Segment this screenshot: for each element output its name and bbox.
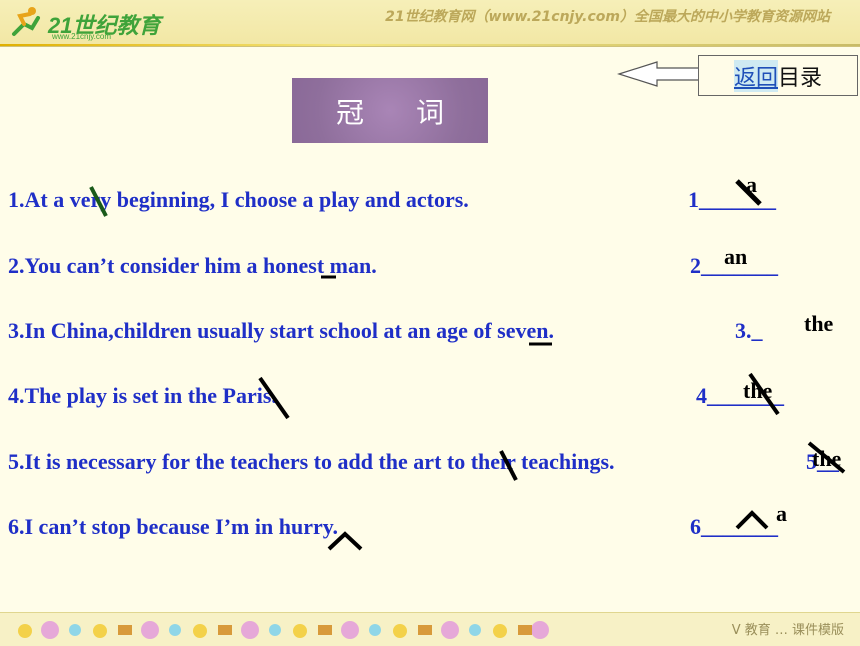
insertion-caret-icon (327, 531, 363, 551)
deletion-mark (258, 376, 290, 420)
deletion-mark (748, 372, 780, 416)
flower-border-icon (18, 621, 549, 639)
sentence-4: 4.The play is set in the Paris. (8, 383, 277, 408)
deletion-mark (807, 441, 846, 474)
sentence-3: 3.In China,children usually start school… (8, 318, 554, 343)
answer-3: the (804, 311, 834, 336)
footer-band: Ⅴ 教育 … 课件模版 (0, 612, 860, 646)
blank-3: 3._ (735, 318, 763, 343)
sentence-6: 6.I can’t stop because I’m in hurry. (8, 514, 339, 539)
back-arrow-icon[interactable] (617, 60, 703, 88)
title-char-2: 词 (416, 95, 445, 129)
footer-text: Ⅴ 教育 … 课件模版 (731, 623, 844, 638)
site-banner: 21世纪教育网（www.21cnjy.com）全国最大的中小学教育资源网站 (385, 9, 830, 25)
site-logo: 21世纪教育 www.21cnjy.com (8, 4, 178, 44)
answer-6: a (776, 501, 787, 526)
back-to-contents-box: 返回 目录 (698, 55, 858, 96)
title-char-1: 冠 (335, 95, 364, 129)
site-header: 21世纪教育 www.21cnjy.com 21世纪教育网（www.21cnjy… (0, 0, 860, 47)
deletion-mark (89, 186, 108, 217)
underline-mark (529, 342, 552, 346)
deletion-mark (499, 450, 518, 481)
answer-2: an (724, 244, 748, 269)
contents-label: 目录 (778, 65, 823, 91)
sentence-5: 5.It is necessary for the teachers to ad… (8, 449, 615, 474)
back-link[interactable]: 返回 (733, 59, 778, 92)
runner-logo-icon (12, 7, 40, 36)
deletion-mark (735, 179, 762, 206)
logo-url: www.21cnjy.com (52, 32, 111, 41)
page-title: 冠 词 (292, 78, 488, 143)
sentence-1: 1.At a very beginning, I choose a play a… (8, 187, 469, 212)
underline-mark (321, 275, 336, 279)
insertion-caret-icon (735, 510, 769, 530)
header-divider (0, 44, 860, 46)
